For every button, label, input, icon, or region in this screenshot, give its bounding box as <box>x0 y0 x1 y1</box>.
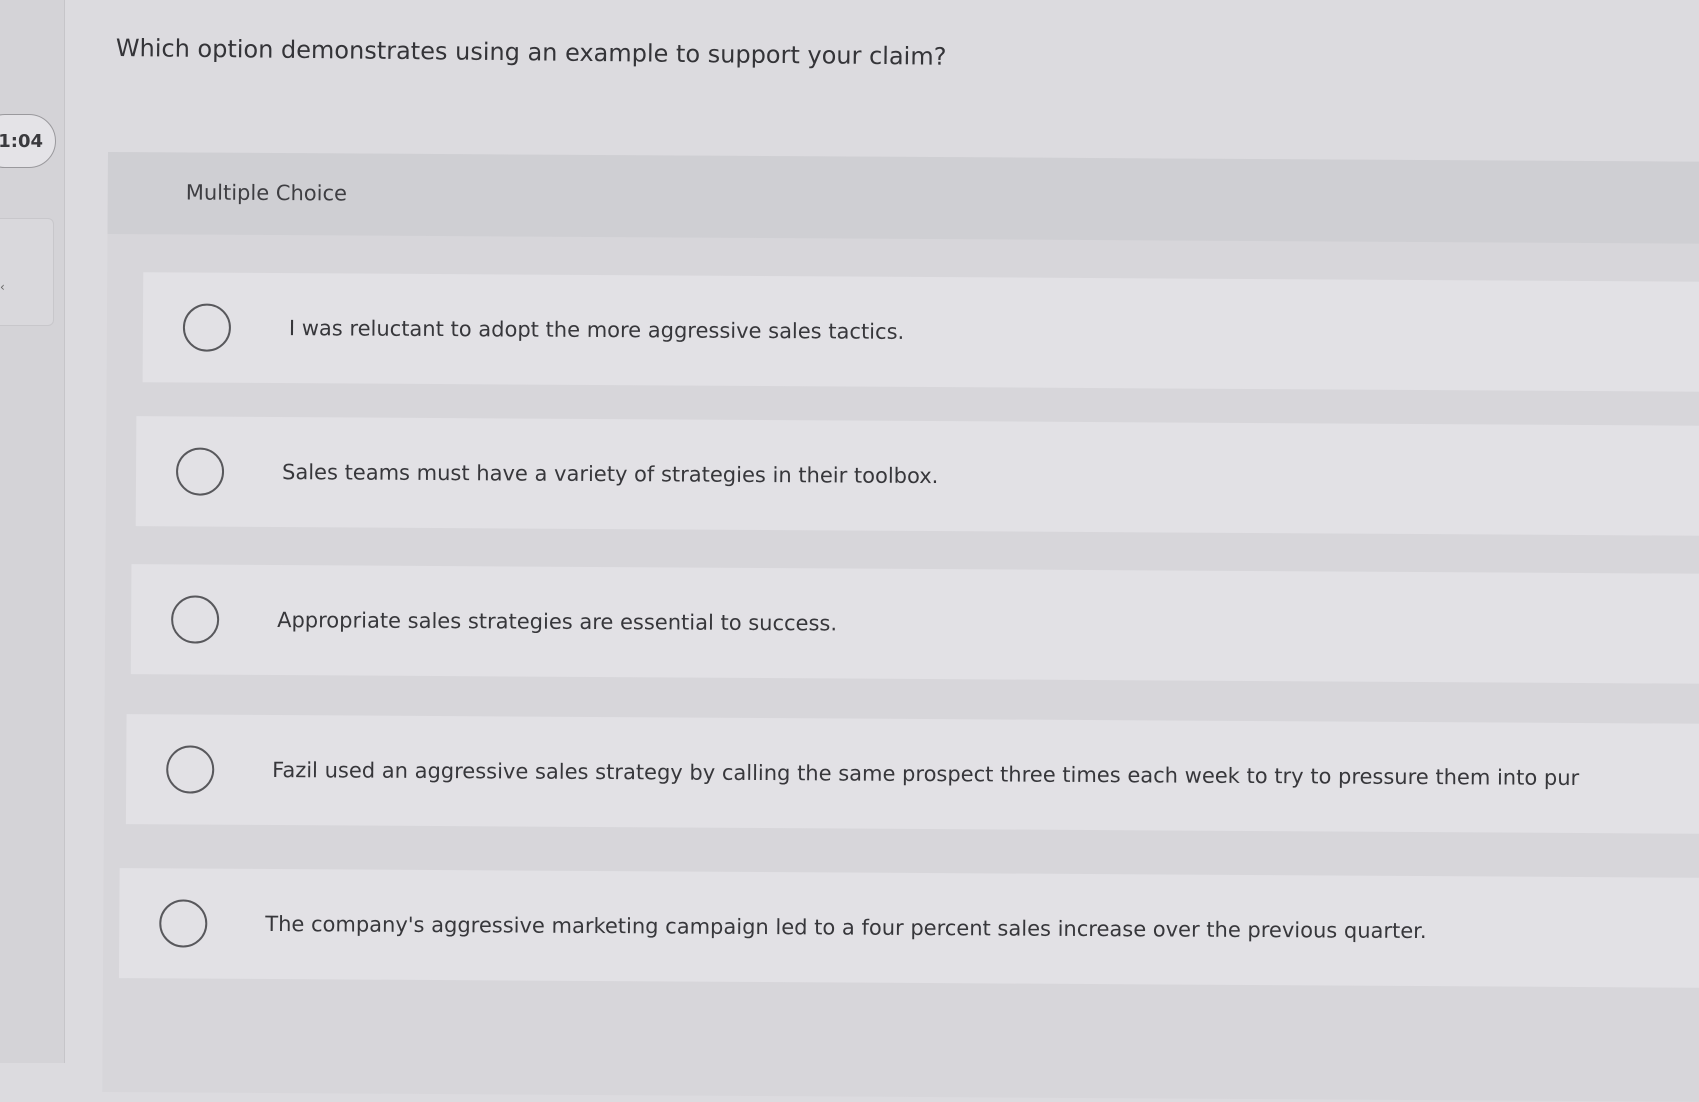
timer-badge[interactable]: 21:04 <box>0 114 56 168</box>
question-type-label: Multiple Choice <box>185 180 348 206</box>
side-panel-tab[interactable] <box>0 218 54 326</box>
card-header: Multiple Choice <box>107 152 1699 244</box>
chevron-left-icon[interactable]: ‹ <box>0 280 5 294</box>
radio-button-unchecked-icon[interactable] <box>182 303 232 352</box>
timer-text: 21:04 <box>0 130 43 152</box>
answer-option[interactable]: Sales teams must have a variety of strat… <box>135 416 1699 536</box>
question-prompt: Which option demonstrates using an examp… <box>115 34 947 71</box>
answer-option[interactable]: Appropriate sales strategies are essenti… <box>130 564 1699 684</box>
radio-button-unchecked-icon[interactable] <box>166 745 215 794</box>
radio-button-unchecked-icon[interactable] <box>170 595 220 644</box>
answer-option-text: Fazil used an aggressive sales strategy … <box>272 758 1580 790</box>
answer-option-text: I was reluctant to adopt the more aggres… <box>288 316 905 344</box>
answer-option-text: The company's aggressive marketing campa… <box>265 911 1427 944</box>
answer-option-text: Appropriate sales strategies are essenti… <box>277 608 838 636</box>
answer-option[interactable]: I was reluctant to adopt the more aggres… <box>142 272 1699 392</box>
radio-button-unchecked-icon[interactable] <box>159 899 208 948</box>
question-card: Multiple Choice I was reluctant to adopt… <box>102 152 1699 1102</box>
answer-option[interactable]: Fazil used an aggressive sales strategy … <box>125 714 1699 834</box>
answer-option-text: Sales teams must have a variety of strat… <box>281 460 939 489</box>
answer-option[interactable]: The company's aggressive marketing campa… <box>118 868 1699 988</box>
radio-button-unchecked-icon[interactable] <box>175 447 225 496</box>
